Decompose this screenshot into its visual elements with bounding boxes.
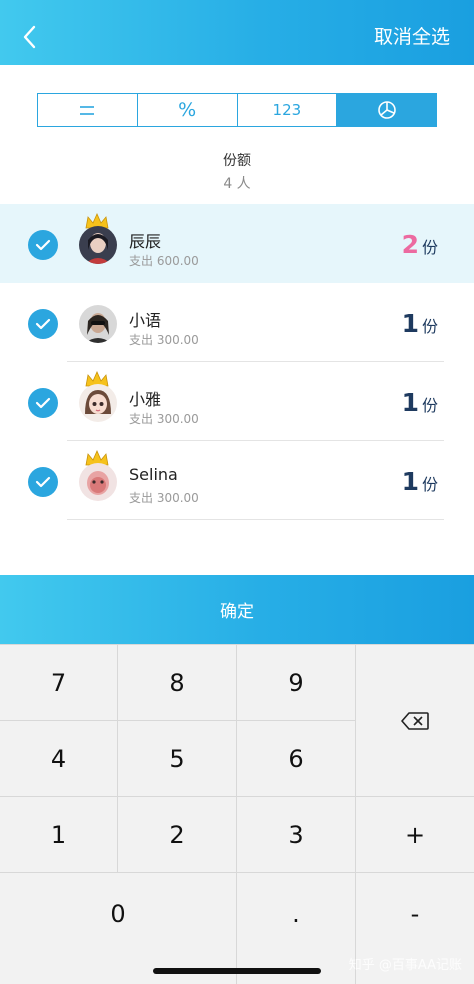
confirm-button[interactable]: 确定 (0, 575, 474, 644)
pie-chart-icon (377, 101, 396, 119)
member-row[interactable]: Selina 支出 300.00 1份 (0, 441, 474, 520)
header-bar: 取消全选 (0, 0, 474, 65)
checkbox-checked[interactable] (28, 467, 58, 497)
key-7[interactable]: 7 (0, 645, 117, 720)
checkmark-icon (35, 397, 51, 409)
share-unit: 份 (421, 238, 438, 257)
tab-equal[interactable] (38, 94, 138, 126)
key-3[interactable]: 3 (237, 797, 355, 872)
key-8[interactable]: 8 (118, 645, 236, 720)
member-name: 辰辰 (129, 232, 162, 251)
checkmark-icon (35, 476, 51, 488)
member-spend: 支出 300.00 (129, 491, 199, 505)
avatar (79, 305, 117, 343)
divider (67, 519, 444, 520)
member-spend: 支出 300.00 (129, 333, 199, 347)
backspace-key[interactable] (356, 645, 474, 796)
share-unit: 份 (421, 317, 438, 336)
member-row[interactable]: 小语 支出 300.00 1份 (0, 283, 474, 362)
tab-shares[interactable] (337, 94, 436, 126)
share-number: 1 (401, 467, 419, 496)
equal-split-icon (80, 106, 95, 115)
member-row[interactable]: 小雅 支出 300.00 1份 (0, 362, 474, 441)
checkbox-checked[interactable] (28, 230, 58, 260)
share-number: 1 (401, 309, 419, 338)
avatar (79, 226, 117, 264)
checkbox-checked[interactable] (28, 309, 58, 339)
share-value[interactable]: 1份 (402, 467, 438, 496)
key-5[interactable]: 5 (118, 721, 236, 796)
tab-percent[interactable]: % (138, 94, 238, 126)
share-unit: 份 (421, 475, 438, 494)
member-row[interactable]: 辰辰 支出 600.00 2份 (0, 204, 474, 283)
avatar (79, 384, 117, 422)
share-value[interactable]: 1份 (402, 309, 438, 338)
home-indicator[interactable] (153, 968, 321, 974)
key-4[interactable]: 4 (0, 721, 117, 796)
member-name: 小语 (129, 311, 162, 330)
numeric-keypad: 7 8 9 4 5 6 1 2 3 + 0 . - (0, 644, 474, 984)
checkmark-icon (35, 318, 51, 330)
share-unit: 份 (421, 396, 438, 415)
key-6[interactable]: 6 (237, 721, 355, 796)
key-1[interactable]: 1 (0, 797, 117, 872)
member-spend: 支出 600.00 (129, 254, 199, 268)
tab-amount[interactable]: 123 (238, 94, 338, 126)
member-name: Selina (129, 465, 178, 484)
share-value[interactable]: 1份 (402, 388, 438, 417)
amount-label: 123 (272, 101, 302, 119)
share-value[interactable]: 2份 (402, 230, 438, 259)
split-mode-tabs: % 123 (37, 93, 437, 127)
member-name: 小雅 (129, 390, 162, 409)
watermark: 知乎 @百事AA记账 (348, 958, 462, 973)
chevron-left-icon[interactable] (20, 24, 40, 50)
checkbox-checked[interactable] (28, 388, 58, 418)
share-number: 2 (401, 230, 419, 259)
backspace-icon (401, 711, 429, 730)
avatar (79, 463, 117, 501)
plus-key[interactable]: + (356, 797, 474, 872)
key-9[interactable]: 9 (237, 645, 355, 720)
member-count: 4 人 (223, 176, 251, 192)
shares-heading: 份额 (223, 153, 251, 169)
share-number: 1 (401, 388, 419, 417)
percent-icon: % (178, 99, 197, 121)
deselect-all-button[interactable]: 取消全选 (374, 22, 450, 49)
checkmark-icon (35, 239, 51, 251)
key-2[interactable]: 2 (118, 797, 236, 872)
member-spend: 支出 300.00 (129, 412, 199, 426)
